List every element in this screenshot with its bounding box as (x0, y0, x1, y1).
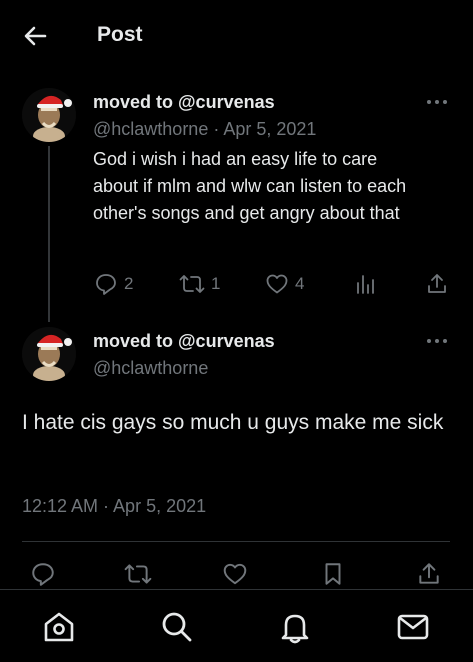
avatar[interactable] (22, 327, 76, 381)
like-button[interactable] (222, 561, 248, 587)
nav-messages-button[interactable] (395, 609, 431, 645)
analytics-icon (357, 275, 374, 294)
handle[interactable]: @hclawthorne (93, 358, 208, 379)
avatar[interactable] (22, 88, 76, 142)
share-icon (428, 274, 446, 293)
reply-icon (96, 274, 116, 295)
home-icon (44, 612, 74, 642)
repost-icon (124, 564, 152, 584)
dot-icon (435, 100, 439, 104)
heart-icon (223, 563, 247, 585)
share-button[interactable] (416, 561, 442, 587)
more-options-button[interactable] (426, 334, 452, 348)
bell-icon (281, 614, 309, 644)
top-bar: Post (0, 0, 473, 70)
thread-connector-line (48, 146, 50, 322)
heart-icon (266, 274, 288, 294)
mail-icon (397, 614, 429, 640)
avatar-santa-hat-image (22, 327, 76, 381)
reply-count: 2 (124, 274, 134, 293)
arrow-left-icon (24, 26, 47, 46)
share-button[interactable] (425, 272, 449, 296)
repost-button[interactable]: 1 (179, 272, 220, 296)
repost-button[interactable] (124, 561, 152, 587)
handle-and-date[interactable]: @hclawthorne · Apr 5, 2021 (93, 119, 316, 140)
divider (22, 541, 450, 542)
dot-icon (435, 339, 439, 343)
like-button[interactable]: 4 (265, 272, 304, 296)
dot-icon (443, 100, 447, 104)
post-text: God i wish i had an easy life to care ab… (93, 149, 407, 223)
bookmark-button[interactable] (320, 561, 346, 587)
display-name[interactable]: moved to @curvenas (93, 331, 275, 352)
display-name[interactable]: moved to @curvenas (93, 92, 275, 113)
post-timestamp[interactable]: 12:12 AM · Apr 5, 2021 (22, 496, 206, 517)
dot-icon (443, 339, 447, 343)
nav-notifications-button[interactable] (277, 609, 313, 645)
repost-icon (179, 275, 205, 293)
share-icon (419, 563, 439, 584)
post-text: I hate cis gays so much u guys make me s… (22, 411, 444, 434)
views-button[interactable] (354, 272, 378, 296)
back-button[interactable] (20, 22, 52, 50)
nav-search-button[interactable] (159, 609, 195, 645)
like-count: 4 (295, 274, 305, 293)
dot-icon (427, 100, 431, 104)
avatar-santa-hat-image (22, 88, 76, 142)
more-options-button[interactable] (426, 95, 452, 109)
bookmark-icon (325, 563, 341, 585)
reply-button[interactable]: 2 (94, 272, 133, 296)
bottom-nav-bar (0, 589, 473, 662)
reply-icon (32, 563, 54, 586)
repost-count: 1 (211, 274, 221, 293)
reply-button[interactable] (30, 561, 56, 587)
search-icon (162, 612, 192, 642)
nav-home-button[interactable] (41, 609, 77, 645)
dot-icon (427, 339, 431, 343)
page-title: Post (97, 23, 143, 46)
